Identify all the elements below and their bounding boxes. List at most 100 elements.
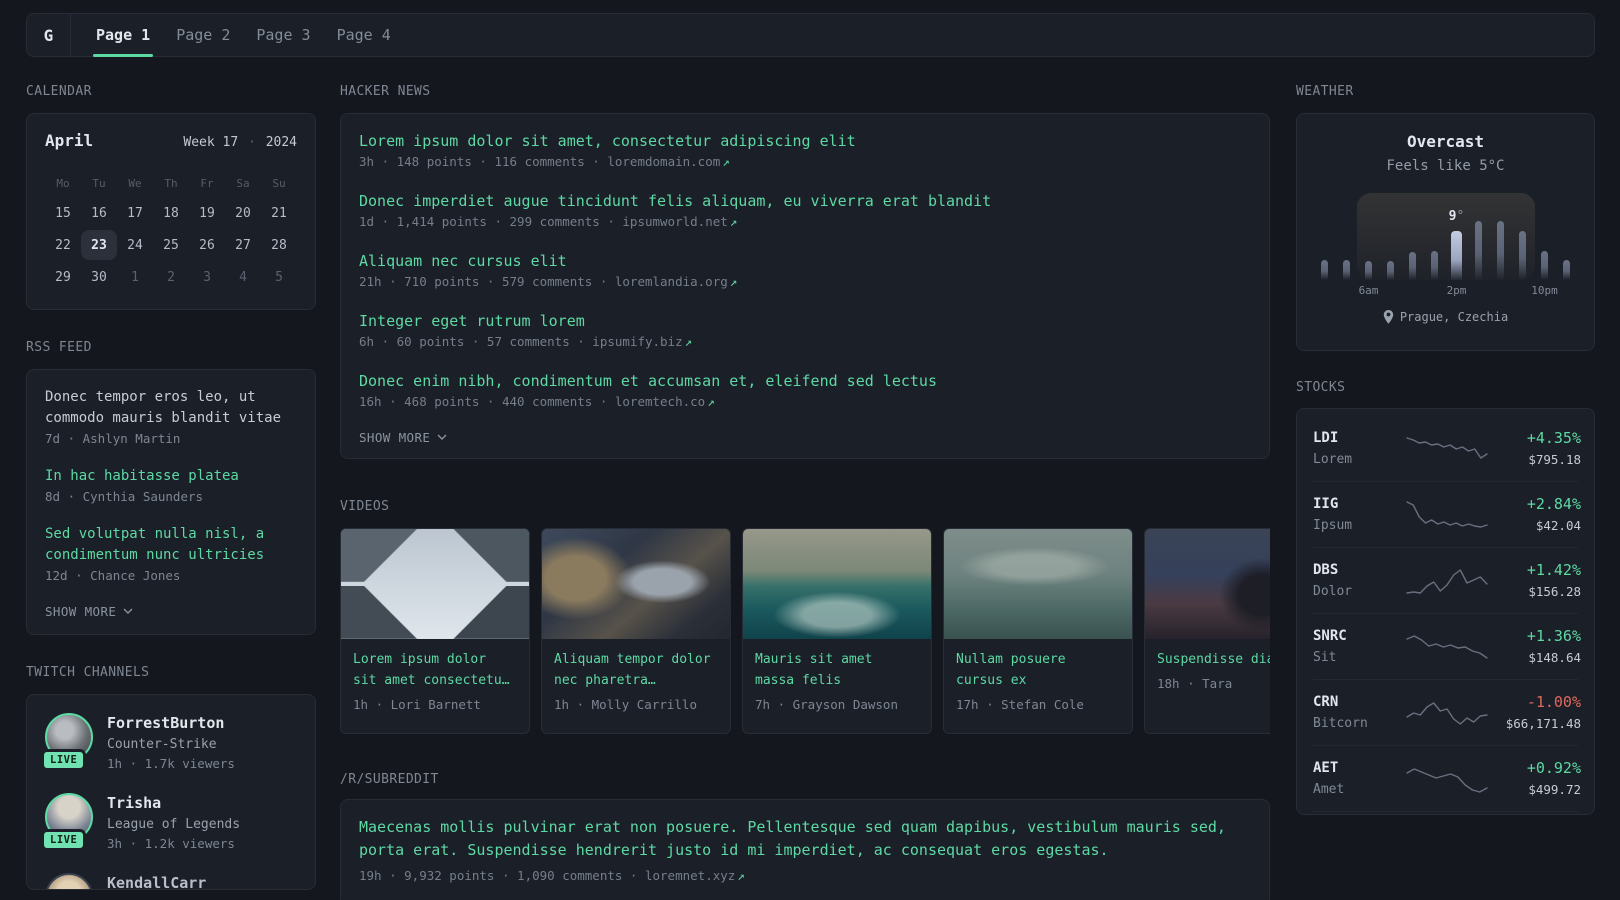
hackernews-show-more-button[interactable]: SHOW MORE: [359, 428, 1251, 446]
stock-row[interactable]: DBS Dolor +1.42% $156.28: [1313, 547, 1581, 613]
video-title[interactable]: Mauris sit amet massa felis: [755, 649, 919, 691]
story-meta: 1d · 1,414 points · 299 comments · ipsum…: [359, 212, 1251, 232]
story-domain-link[interactable]: loremdomain.com: [607, 154, 720, 169]
weekday-label: Sa: [236, 177, 250, 190]
post-domain-link[interactable]: loremnet.xyz: [645, 868, 735, 883]
rss-item-meta: 8d · Cynthia Saunders: [45, 489, 204, 504]
rss-item-title[interactable]: Sed volutpat nulla nisl, a condimentum n…: [45, 524, 297, 566]
calendar-year: 2024: [265, 135, 297, 150]
calendar-day: 22: [55, 237, 71, 253]
video-thumbnail[interactable]: [1145, 529, 1270, 639]
weather-bar: [1541, 251, 1548, 280]
video-thumbnail[interactable]: [341, 529, 529, 639]
stock-row[interactable]: LDI Lorem +4.35% $795.18: [1313, 415, 1581, 481]
weather-bar: [1497, 221, 1504, 280]
stock-sparkline: [1406, 701, 1488, 725]
videos-section-label: VIDEOS: [340, 499, 390, 514]
external-link-icon: ↗: [729, 274, 738, 289]
external-link-icon: ↗: [684, 334, 693, 349]
stock-name: Ipsum: [1313, 518, 1353, 533]
story-domain-link[interactable]: ipsumworld.net: [622, 214, 727, 229]
tab-page-1[interactable]: Page 1: [83, 14, 163, 57]
stock-name: Dolor: [1313, 584, 1353, 599]
stock-name: Amet: [1313, 782, 1345, 797]
weather-feels-like: Feels like 5°C: [1386, 158, 1505, 174]
story-title[interactable]: Lorem ipsum dolor sit amet, consectetur …: [359, 130, 1251, 152]
calendar-week-number: 17: [222, 135, 239, 150]
reddit-post-title[interactable]: Maecenas mollis pulvinar erat non posuer…: [359, 816, 1251, 862]
tab-page-4[interactable]: Page 4: [324, 14, 404, 56]
story-title[interactable]: Donec imperdiet augue tincidunt felis al…: [359, 190, 1251, 212]
weekday-label: Th: [164, 177, 178, 190]
rss-show-more-button[interactable]: SHOW MORE: [45, 602, 297, 620]
video-thumbnail[interactable]: [743, 529, 931, 639]
story-title[interactable]: Donec enim nibh, condimentum et accumsan…: [359, 370, 1251, 392]
calendar-widget: CALENDAR April Week 17 · 2024 Mo Tu We T…: [26, 84, 316, 310]
video-meta: 1h · Molly Carrillo: [554, 697, 697, 712]
calendar-day: 20: [235, 205, 251, 221]
video-title[interactable]: Lorem ipsum dolor sit amet consectetu…: [353, 649, 517, 691]
right-column: WEATHER Overcast Feels like 5°C 9° 6am 2p…: [1296, 84, 1595, 815]
stock-price: $148.64: [1528, 650, 1581, 665]
rss-card: Donec tempor eros leo, ut commodo mauris…: [26, 369, 316, 635]
external-link-icon: ↗: [722, 154, 730, 169]
live-badge: LIVE: [41, 829, 87, 851]
calendar-day: 16: [91, 205, 107, 221]
weather-bar: [1563, 260, 1570, 280]
stock-sparkline: [1406, 634, 1488, 659]
stock-row[interactable]: CCSConsectetur +0.51%$165.84: [1313, 811, 1578, 814]
stock-row[interactable]: IIG Ipsum +2.84% $42.04: [1313, 481, 1581, 547]
story-domain-link[interactable]: loremtech.co: [615, 394, 705, 409]
calendar-day: 27: [235, 237, 251, 253]
rss-widget: RSS FEED Donec tempor eros leo, ut commo…: [26, 340, 316, 635]
twitch-channel-row[interactable]: LIVE Trisha League of Legends 3h · 1.2k …: [41, 793, 297, 859]
topbar: G Page 1 Page 2 Page 3 Page 4: [26, 13, 1595, 57]
twitch-channel-row[interactable]: KendallCarr: [45, 873, 297, 889]
weather-bar: [1519, 231, 1526, 280]
calendar-day: 30: [91, 269, 107, 285]
weekday-label: Tu: [92, 177, 106, 190]
calendar-day: 21: [271, 205, 287, 221]
video-title[interactable]: Nullam posuere cursus ex: [956, 649, 1120, 691]
reddit-widget: /R/SUBREDDIT Maecenas mollis pulvinar er…: [340, 772, 1270, 900]
hackernews-widget: HACKER NEWS Lorem ipsum dolor sit amet, …: [340, 84, 1270, 459]
story-title[interactable]: Aliquam nec cursus elit: [359, 250, 1251, 272]
twitch-channel-row[interactable]: LIVE ForrestBurton Counter-Strike 1h · 1…: [41, 713, 297, 779]
stock-change: +4.35%: [1526, 428, 1581, 447]
story-title[interactable]: Integer eget rutrum lorem: [359, 310, 1251, 332]
calendar-day: 25: [163, 237, 179, 253]
rss-section-label: RSS FEED: [26, 340, 92, 355]
rss-item-title[interactable]: Donec tempor eros leo, ut commodo mauris…: [45, 387, 297, 429]
weather-section-label: WEATHER: [1296, 84, 1354, 99]
video-thumbnail[interactable]: [944, 529, 1132, 639]
rss-item-title[interactable]: In hac habitasse platea: [45, 466, 297, 487]
video-card: Suspendisse diam 18h · Tara: [1144, 528, 1270, 734]
video-meta: 18h · Tara: [1157, 676, 1233, 691]
channel-avatar: [45, 873, 93, 889]
weather-bar: [1409, 252, 1416, 280]
stock-row[interactable]: CRN Bitcorn -1.00% $66,171.48: [1313, 679, 1581, 745]
weekday-label: Su: [272, 177, 286, 190]
weather-bar: [1343, 260, 1350, 280]
reddit-post-meta: 19h · 9,932 points · 1,090 comments · lo…: [359, 866, 1251, 886]
channel-name: Trisha: [107, 794, 162, 812]
weather-widget: WEATHER Overcast Feels like 5°C 9° 6am 2p…: [1296, 84, 1595, 351]
video-thumbnail[interactable]: [542, 529, 730, 639]
story-meta-text: 3h · 148 points · 116 comments ·: [359, 154, 608, 169]
stock-symbol: AET: [1313, 760, 1339, 776]
stock-symbol: DBS: [1313, 562, 1339, 578]
tab-page-2[interactable]: Page 2: [163, 14, 243, 56]
video-title[interactable]: Suspendisse diam: [1157, 649, 1270, 670]
location-pin-icon: [1383, 310, 1394, 324]
stock-row[interactable]: AET Amet +0.92% $499.72: [1313, 745, 1581, 811]
calendar-day: 17: [127, 205, 143, 221]
stock-row[interactable]: SNRC Sit +1.36% $148.64: [1313, 613, 1581, 679]
calendar-day: 28: [271, 237, 287, 253]
video-title[interactable]: Aliquam tempor dolor nec pharetra…: [554, 649, 718, 691]
app-logo[interactable]: G: [27, 14, 71, 56]
videos-row: Lorem ipsum dolor sit amet consectetu… 1…: [340, 528, 1270, 734]
tab-page-3[interactable]: Page 3: [243, 14, 323, 56]
story-domain-link[interactable]: loremlandia.org: [615, 274, 728, 289]
story-domain-link[interactable]: ipsumify.biz: [592, 334, 682, 349]
story-meta: 16h · 468 points · 440 comments · loremt…: [359, 392, 1251, 412]
